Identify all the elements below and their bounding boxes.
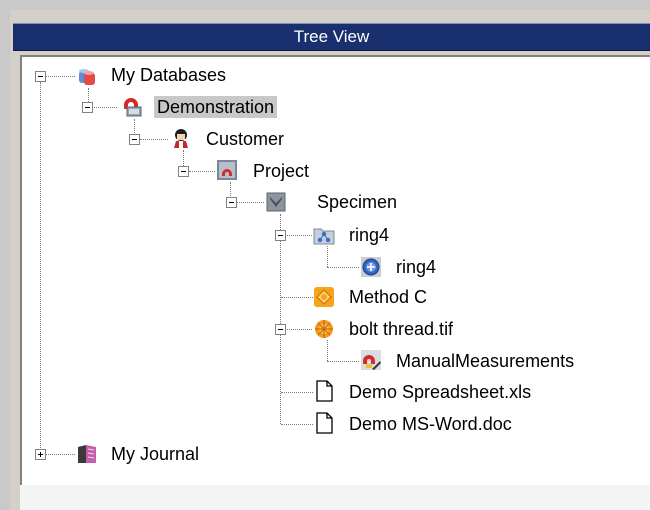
tree-connector [285, 329, 312, 330]
tree-connector [140, 139, 168, 140]
tree-connector [327, 361, 359, 362]
tree-connector [281, 297, 313, 298]
tree-node-customer[interactable]: Customer [203, 128, 287, 150]
tree-node-bolt-thread[interactable]: bolt thread.tif [346, 318, 456, 340]
document-icon [316, 412, 333, 434]
document-icon [316, 380, 333, 402]
customer-icon [174, 129, 188, 148]
sample-folder-icon [313, 228, 335, 245]
ring-sample-icon [361, 257, 381, 277]
tree-connector [45, 454, 75, 455]
measurement-icon [361, 350, 381, 370]
tree-connector [40, 82, 41, 454]
tree-node-specimen[interactable]: Specimen [314, 191, 400, 213]
collapse-toggle-bolt-thread[interactable] [275, 324, 286, 335]
databases-icon [79, 69, 95, 85]
collapse-toggle-project[interactable] [178, 166, 189, 177]
method-icon [314, 287, 334, 307]
collapse-toggle-my-databases[interactable] [35, 71, 46, 82]
tree-connector [281, 392, 313, 393]
tree-node-my-databases[interactable]: My Databases [108, 64, 229, 86]
specimen-icon [266, 192, 286, 212]
tree-node-manual-measurements[interactable]: ManualMeasurements [393, 350, 577, 372]
tree-connector [327, 340, 328, 361]
tree-node-ring4-folder[interactable]: ring4 [346, 224, 392, 246]
tree-connector [327, 267, 359, 268]
collapse-toggle-specimen[interactable] [226, 197, 237, 208]
collapse-toggle-ring4[interactable] [275, 230, 286, 241]
tree-node-my-journal[interactable]: My Journal [108, 443, 202, 465]
collapse-toggle-customer[interactable] [129, 134, 140, 145]
expand-toggle-my-journal[interactable] [35, 449, 46, 460]
panel-title: Tree View [293, 27, 370, 46]
database-icon [124, 98, 142, 117]
journal-icon [78, 445, 96, 463]
tree-node-ring4-item[interactable]: ring4 [393, 256, 439, 278]
project-icon [217, 160, 237, 180]
image-icon [315, 320, 333, 338]
tree-connector [285, 235, 312, 236]
tree-node-project[interactable]: Project [250, 160, 312, 182]
tree-node-demonstration[interactable]: Demonstration [154, 96, 278, 118]
tree-node-method-c[interactable]: Method C [346, 286, 430, 308]
tree-connector [92, 107, 117, 108]
tree-node-demo-msword[interactable]: Demo MS-Word.doc [346, 413, 515, 435]
tree-view-titlebar: Tree View [13, 23, 650, 51]
tree-connector [189, 171, 215, 172]
tree-connector [45, 76, 75, 77]
tree-node-demo-spreadsheet[interactable]: Demo Spreadsheet.xls [346, 381, 534, 403]
collapse-toggle-demonstration[interactable] [82, 102, 93, 113]
tree-connector [281, 424, 313, 425]
status-strip [20, 485, 650, 510]
tree-view[interactable] [20, 55, 650, 487]
tree-connector [236, 202, 264, 203]
tree-connector [327, 246, 328, 267]
